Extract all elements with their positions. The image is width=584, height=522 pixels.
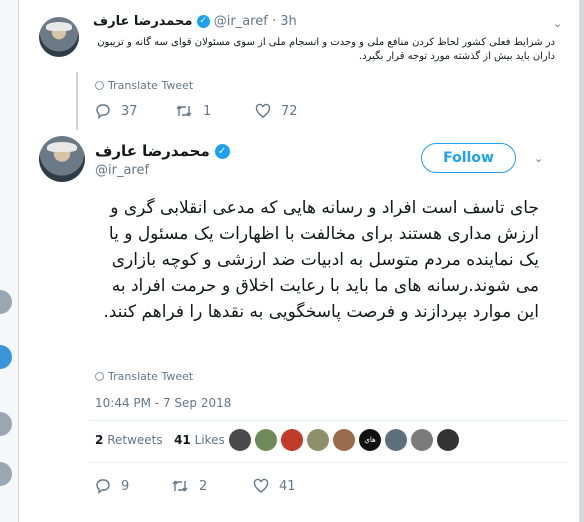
tweet-timestamp[interactable]: 10:44 PM - 7 Sep 2018 <box>95 396 231 410</box>
reply-count: 37 <box>121 103 138 119</box>
verified-icon: ✓ <box>214 144 230 159</box>
timeline-avatar <box>0 290 12 314</box>
engager-avatar[interactable]: هاي <box>359 429 381 451</box>
likes-stat[interactable]: 41 Likes <box>174 433 225 447</box>
retweet-button[interactable]: 2 <box>171 478 253 494</box>
retweet-count: 1 <box>203 103 212 119</box>
display-name[interactable]: محمدرضا عارف <box>93 14 192 29</box>
reply-tweet-header: محمدرضا عارف ✓ @ir_aref · 3h <box>93 14 297 29</box>
thread-connector <box>76 72 78 130</box>
engager-avatar[interactable] <box>281 429 303 451</box>
engager-avatar[interactable] <box>229 429 251 451</box>
translate-tweet-link[interactable]: Translate Tweet <box>95 79 193 92</box>
engager-avatar[interactable] <box>255 429 277 451</box>
engager-avatar[interactable] <box>333 429 355 451</box>
main-tweet-text: جای تاسف است افراد و رسانه هایی که مدعی … <box>103 198 539 322</box>
follow-button[interactable]: Follow <box>421 143 516 173</box>
like-count: 72 <box>281 103 298 119</box>
retweet-count: 2 <box>199 478 208 494</box>
engager-avatar[interactable] <box>385 429 407 451</box>
translate-label: Translate Tweet <box>108 79 194 92</box>
avatar[interactable] <box>39 17 79 57</box>
reply-icon <box>96 479 110 494</box>
reply-button[interactable]: 37 <box>95 103 175 119</box>
tweet-stats: 2 Retweets 41 Likes <box>95 433 225 447</box>
divider <box>89 420 567 421</box>
like-icon <box>253 478 269 493</box>
engager-avatar[interactable] <box>437 429 459 451</box>
reply-icon <box>96 104 110 119</box>
retweets-stat[interactable]: 2 Retweets <box>95 433 163 447</box>
globe-icon <box>95 81 104 90</box>
avatar[interactable] <box>39 136 85 182</box>
translate-tweet-link[interactable]: Translate Tweet <box>95 370 193 383</box>
chevron-down-icon[interactable]: ⌄ <box>534 152 543 165</box>
timeline-avatar <box>0 462 12 486</box>
globe-icon <box>95 372 104 381</box>
chevron-down-icon[interactable]: ⌄ <box>553 17 562 30</box>
engager-avatar[interactable] <box>307 429 329 451</box>
tweet-detail-card: محمدرضا عارف ✓ @ir_aref · 3h ⌄ در شرایط … <box>18 0 580 522</box>
engager-avatar[interactable] <box>411 429 433 451</box>
timeline-avatar <box>0 345 12 369</box>
like-button[interactable]: 72 <box>255 103 335 119</box>
divider <box>89 462 567 463</box>
timeline-avatar <box>0 412 12 436</box>
engager-avatars: هاي <box>229 429 463 451</box>
tweet-time[interactable]: · 3h <box>272 14 297 29</box>
main-tweet-display-name-row: محمدرضا عارف ✓ <box>95 142 230 160</box>
background-timeline-strip <box>0 0 18 522</box>
retweet-icon <box>172 480 188 492</box>
like-button[interactable]: 41 <box>253 478 333 494</box>
retweet-button[interactable]: 1 <box>175 103 255 119</box>
reply-tweet-actions: 37 1 72 <box>95 103 425 119</box>
main-tweet-actions: 9 2 41 <box>95 478 425 494</box>
like-count: 41 <box>279 478 296 494</box>
handle[interactable]: @ir_aref <box>214 14 268 29</box>
translate-label: Translate Tweet <box>108 370 194 383</box>
handle[interactable]: @ir_aref <box>95 163 149 178</box>
like-icon <box>255 103 271 118</box>
verified-icon: ✓ <box>196 15 210 28</box>
reply-button[interactable]: 9 <box>95 478 171 494</box>
retweet-icon <box>176 105 192 117</box>
display-name[interactable]: محمدرضا عارف <box>95 142 210 160</box>
reply-tweet-text: در شرایط فعلی کشور لحاظ کردن منافع ملی و… <box>97 37 555 62</box>
reply-count: 9 <box>121 478 130 494</box>
